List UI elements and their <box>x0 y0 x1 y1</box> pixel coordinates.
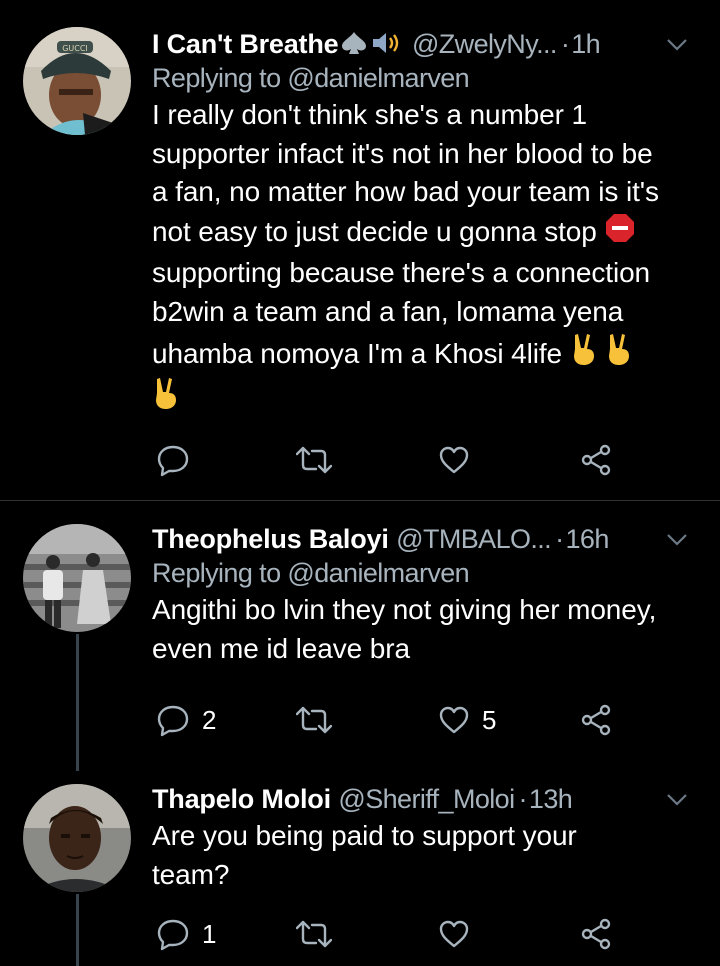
tweet-1[interactable]: GUCCI I Can't Breathe @ZwelyNy... ·1h Rep… <box>0 0 720 500</box>
reply-button[interactable]: 1 <box>156 914 216 954</box>
avatar[interactable] <box>23 784 131 892</box>
tweet-text: Angithi bo lvin they not giving her mone… <box>152 591 704 668</box>
timestamp[interactable]: 16h <box>566 524 610 554</box>
tweet-actions: 1 <box>152 914 632 954</box>
svg-text:GUCCI: GUCCI <box>62 44 88 53</box>
like-count: 5 <box>482 704 497 735</box>
spade-icon <box>338 30 370 64</box>
text-line: Angithi bo lvin they not giving her mone… <box>152 594 657 625</box>
emoji-line <box>152 376 704 421</box>
reply-count: 1 <box>202 918 217 949</box>
replying-to: Replying to @danielmarven <box>152 61 704 95</box>
separator-dot: · <box>560 29 570 59</box>
replying-to: Replying to @danielmarven <box>152 556 704 590</box>
text-line: not easy to just decide u gonna stop <box>152 215 597 247</box>
share-icon <box>581 918 611 950</box>
text-line: I really don't think she's a number 1 <box>152 99 588 130</box>
retweet-button[interactable] <box>296 700 344 740</box>
reply-count: 2 <box>202 704 217 735</box>
user-handle[interactable]: @TMBALO... <box>396 524 552 554</box>
avatar[interactable] <box>23 524 131 632</box>
heart-icon <box>439 706 469 734</box>
retweet-icon <box>296 920 332 948</box>
separator-dot: · <box>555 524 564 554</box>
like-button[interactable] <box>438 914 482 954</box>
retweet-icon <box>296 446 332 474</box>
replying-label: Replying to <box>152 558 281 588</box>
heart-icon <box>439 446 469 474</box>
thread-line <box>76 634 79 771</box>
victory-hand-icon <box>605 332 633 377</box>
share-button[interactable] <box>580 914 612 954</box>
reply-icon <box>157 705 189 737</box>
text-line: team? <box>152 858 230 890</box>
user-handle[interactable]: @Sheriff_Moloi <box>338 784 515 814</box>
text-line-with-emoji: uhamba nomoya I'm a Khosi 4life <box>152 332 704 377</box>
text-line: Are you being paid to support your <box>152 820 577 851</box>
chevron-down-icon[interactable] <box>664 526 690 552</box>
stop-sign-icon <box>604 212 636 255</box>
separator-dot: · <box>518 784 528 814</box>
reply-icon <box>157 445 189 477</box>
like-button[interactable] <box>438 440 482 480</box>
text-line: supporter infact it's not in her blood t… <box>152 137 653 169</box>
chevron-down-icon[interactable] <box>664 31 690 57</box>
reply-button[interactable] <box>156 440 202 480</box>
share-button[interactable] <box>580 700 612 740</box>
mention-link[interactable]: @danielmarven <box>287 63 469 93</box>
speaker-icon <box>370 30 404 64</box>
text-line-with-emoji: not easy to just decide u gonna stop <box>152 212 704 255</box>
share-button[interactable] <box>580 440 612 480</box>
tweet-actions <box>152 440 632 480</box>
share-icon <box>581 704 611 736</box>
victory-hand-icon <box>152 376 180 421</box>
thread-line <box>76 894 79 966</box>
heart-icon <box>439 920 469 948</box>
text-line: b2win a team and a fan, lomama yena <box>152 295 624 327</box>
timestamp[interactable]: 13h <box>529 784 573 814</box>
like-button[interactable]: 5 <box>438 700 496 740</box>
share-icon <box>581 444 611 476</box>
tweet-text: Are you being paid to support your team? <box>152 817 704 894</box>
tweet-2[interactable]: Theophelus Baloyi @TMBALO... ·16h Replyin… <box>0 501 720 771</box>
tweet-header: Thapelo Moloi @Sheriff_Moloi ·13h <box>152 782 704 816</box>
text-line: even me id leave bra <box>152 632 410 664</box>
display-name[interactable]: Theophelus Baloyi <box>152 524 389 554</box>
tweet-3[interactable]: Thapelo Moloi @Sheriff_Moloi ·13h Are you… <box>0 771 720 966</box>
display-name[interactable]: I Can't Breathe <box>152 29 339 59</box>
retweet-button[interactable] <box>296 914 344 954</box>
chevron-down-icon[interactable] <box>664 786 690 812</box>
retweet-icon <box>296 706 332 734</box>
victory-hand-icon <box>570 332 598 377</box>
avatar[interactable]: GUCCI <box>23 27 131 135</box>
text-line: supporting because there's a connection <box>152 257 651 289</box>
replying-label: Replying to <box>152 63 281 93</box>
text-line: uhamba nomoya I'm a Khosi 4life <box>152 337 563 369</box>
user-handle[interactable]: @ZwelyNy... <box>412 29 557 59</box>
timestamp[interactable]: 1h <box>571 29 600 59</box>
tweet-text: I really don't think she's a number 1 su… <box>152 96 704 421</box>
text-line: a fan, no matter how bad your team is it… <box>152 176 659 208</box>
reply-button[interactable]: 2 <box>156 700 216 740</box>
tweet-actions: 2 5 <box>152 700 632 740</box>
tweet-header: I Can't Breathe @ZwelyNy... ·1h <box>152 27 704 61</box>
display-name[interactable]: Thapelo Moloi <box>152 784 331 814</box>
retweet-button[interactable] <box>296 440 344 480</box>
reply-icon <box>157 919 189 951</box>
tweet-header: Theophelus Baloyi @TMBALO... ·16h <box>152 522 704 556</box>
mention-link[interactable]: @danielmarven <box>287 558 469 588</box>
